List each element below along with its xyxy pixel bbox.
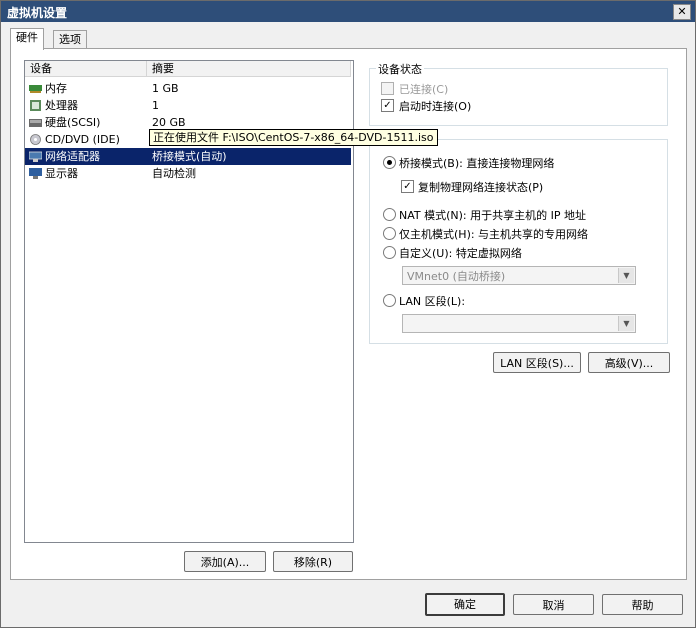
bridged-label: 桥接模式(B): 直接连接物理网络	[399, 157, 555, 170]
title-bar: 虚拟机设置 ✕	[1, 1, 695, 22]
remove-button[interactable]: 移除(R)	[273, 551, 353, 572]
lan-segment-label: LAN 区段(L):	[399, 295, 466, 308]
device-summary: 1	[152, 99, 159, 112]
display-icon	[29, 168, 42, 179]
tab-options[interactable]: 选项	[53, 30, 87, 49]
device-row-network-adapter[interactable]: 网络适配器 桥接模式(自动)	[25, 148, 351, 165]
device-name: 处理器	[45, 99, 78, 112]
column-header-summary[interactable]: 摘要	[147, 61, 351, 77]
connect-at-power-on-checkbox[interactable]: ✓	[381, 99, 394, 112]
harddisk-icon	[29, 119, 42, 127]
cpu-icon	[30, 100, 41, 111]
cdrom-icon	[30, 134, 41, 145]
lan-segment-radio[interactable]	[383, 294, 396, 307]
device-name: 显示器	[45, 167, 78, 180]
advanced-button[interactable]: 高级(V)...	[588, 352, 670, 373]
nat-radio[interactable]	[383, 208, 396, 221]
connected-label: 已连接(C)	[399, 83, 449, 96]
device-status-group: 设备状态 已连接(C) ✓ 启动时连接(O)	[369, 61, 668, 126]
connected-checkbox[interactable]	[381, 82, 394, 95]
device-status-title: 设备状态	[376, 61, 424, 77]
replicate-checkbox[interactable]: ✓	[401, 180, 414, 193]
radio-selected-dot	[387, 160, 392, 165]
column-header-device[interactable]: 设备	[25, 61, 147, 77]
replicate-label: 复制物理网络连接状态(P)	[418, 181, 544, 194]
device-summary: 1 GB	[152, 82, 179, 95]
device-name: CD/DVD (IDE)	[45, 133, 120, 146]
cancel-button[interactable]: 取消	[513, 594, 594, 615]
bridged-radio[interactable]	[383, 156, 396, 169]
window-title: 虚拟机设置	[7, 6, 68, 20]
chevron-down-icon: ▼	[618, 268, 634, 283]
device-name: 内存	[45, 82, 67, 95]
device-name: 网络适配器	[45, 150, 100, 163]
lan-segments-button[interactable]: LAN 区段(S)...	[493, 352, 581, 373]
custom-label: 自定义(U): 特定虚拟网络	[399, 247, 522, 260]
device-row-processor[interactable]: 处理器 1	[25, 97, 351, 114]
file-tooltip: 正在使用文件 F:\ISO\CentOS-7-x86_64-DVD-1511.i…	[149, 129, 438, 146]
custom-network-value: VMnet0 (自动桥接)	[407, 270, 506, 283]
connect-at-power-on-label: 启动时连接(O)	[399, 100, 472, 113]
close-button[interactable]: ✕	[673, 4, 691, 20]
host-only-radio[interactable]	[383, 227, 396, 240]
network-adapter-icon	[29, 151, 42, 162]
device-row-memory[interactable]: 内存 1 GB	[25, 80, 351, 97]
device-row-display[interactable]: 显示器 自动检测	[25, 165, 351, 182]
add-button[interactable]: 添加(A)...	[184, 551, 266, 572]
device-summary: 自动检测	[152, 167, 196, 180]
chevron-down-icon: ▼	[618, 316, 634, 331]
device-summary: 桥接模式(自动)	[152, 150, 227, 163]
help-button[interactable]: 帮助	[602, 594, 683, 615]
lan-segment-select[interactable]: ▼	[402, 314, 636, 333]
nat-label: NAT 模式(N): 用于共享主机的 IP 地址	[399, 209, 586, 222]
device-name: 硬盘(SCSI)	[45, 116, 101, 129]
vm-settings-window: 虚拟机设置 ✕ 硬件 选项 设备 摘要 内存 1 GB 处理器 1 硬盘(SCS…	[0, 0, 696, 628]
custom-network-select[interactable]: VMnet0 (自动桥接) ▼	[402, 266, 636, 285]
custom-radio[interactable]	[383, 246, 396, 259]
tab-hardware[interactable]: 硬件	[10, 28, 44, 50]
network-connection-group: 桥接模式(B): 直接连接物理网络 ✓ 复制物理网络连接状态(P) NAT 模式…	[369, 139, 668, 344]
ok-button[interactable]: 确定	[425, 593, 505, 616]
host-only-label: 仅主机模式(H): 与主机共享的专用网络	[399, 228, 589, 241]
memory-icon	[29, 85, 42, 93]
